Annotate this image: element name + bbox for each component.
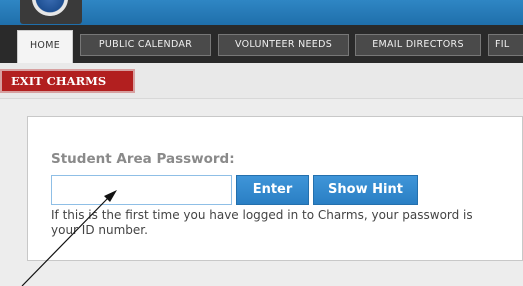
charms-logo-icon (32, 0, 68, 16)
tab-public-calendar[interactable]: PUBLIC CALENDAR (80, 34, 211, 56)
tab-files[interactable]: FIL (488, 34, 523, 56)
tab-volunteer-needs[interactable]: VOLUNTEER NEEDS (218, 34, 349, 56)
top-header (0, 0, 523, 25)
enter-button[interactable]: Enter (236, 175, 309, 205)
exit-charms-button[interactable]: EXIT CHARMS (0, 69, 135, 93)
main-nav: HOME PUBLIC CALENDAR VOLUNTEER NEEDS EMA… (0, 25, 523, 63)
password-input[interactable] (51, 175, 232, 205)
password-help-text: If this is the first time you have logge… (51, 208, 473, 237)
show-hint-button[interactable]: Show Hint (313, 175, 418, 205)
password-label: Student Area Password: (51, 151, 235, 167)
tab-email-directors[interactable]: EMAIL DIRECTORS (355, 34, 481, 56)
tab-home[interactable]: HOME (17, 30, 73, 63)
logo-container (20, 0, 82, 24)
